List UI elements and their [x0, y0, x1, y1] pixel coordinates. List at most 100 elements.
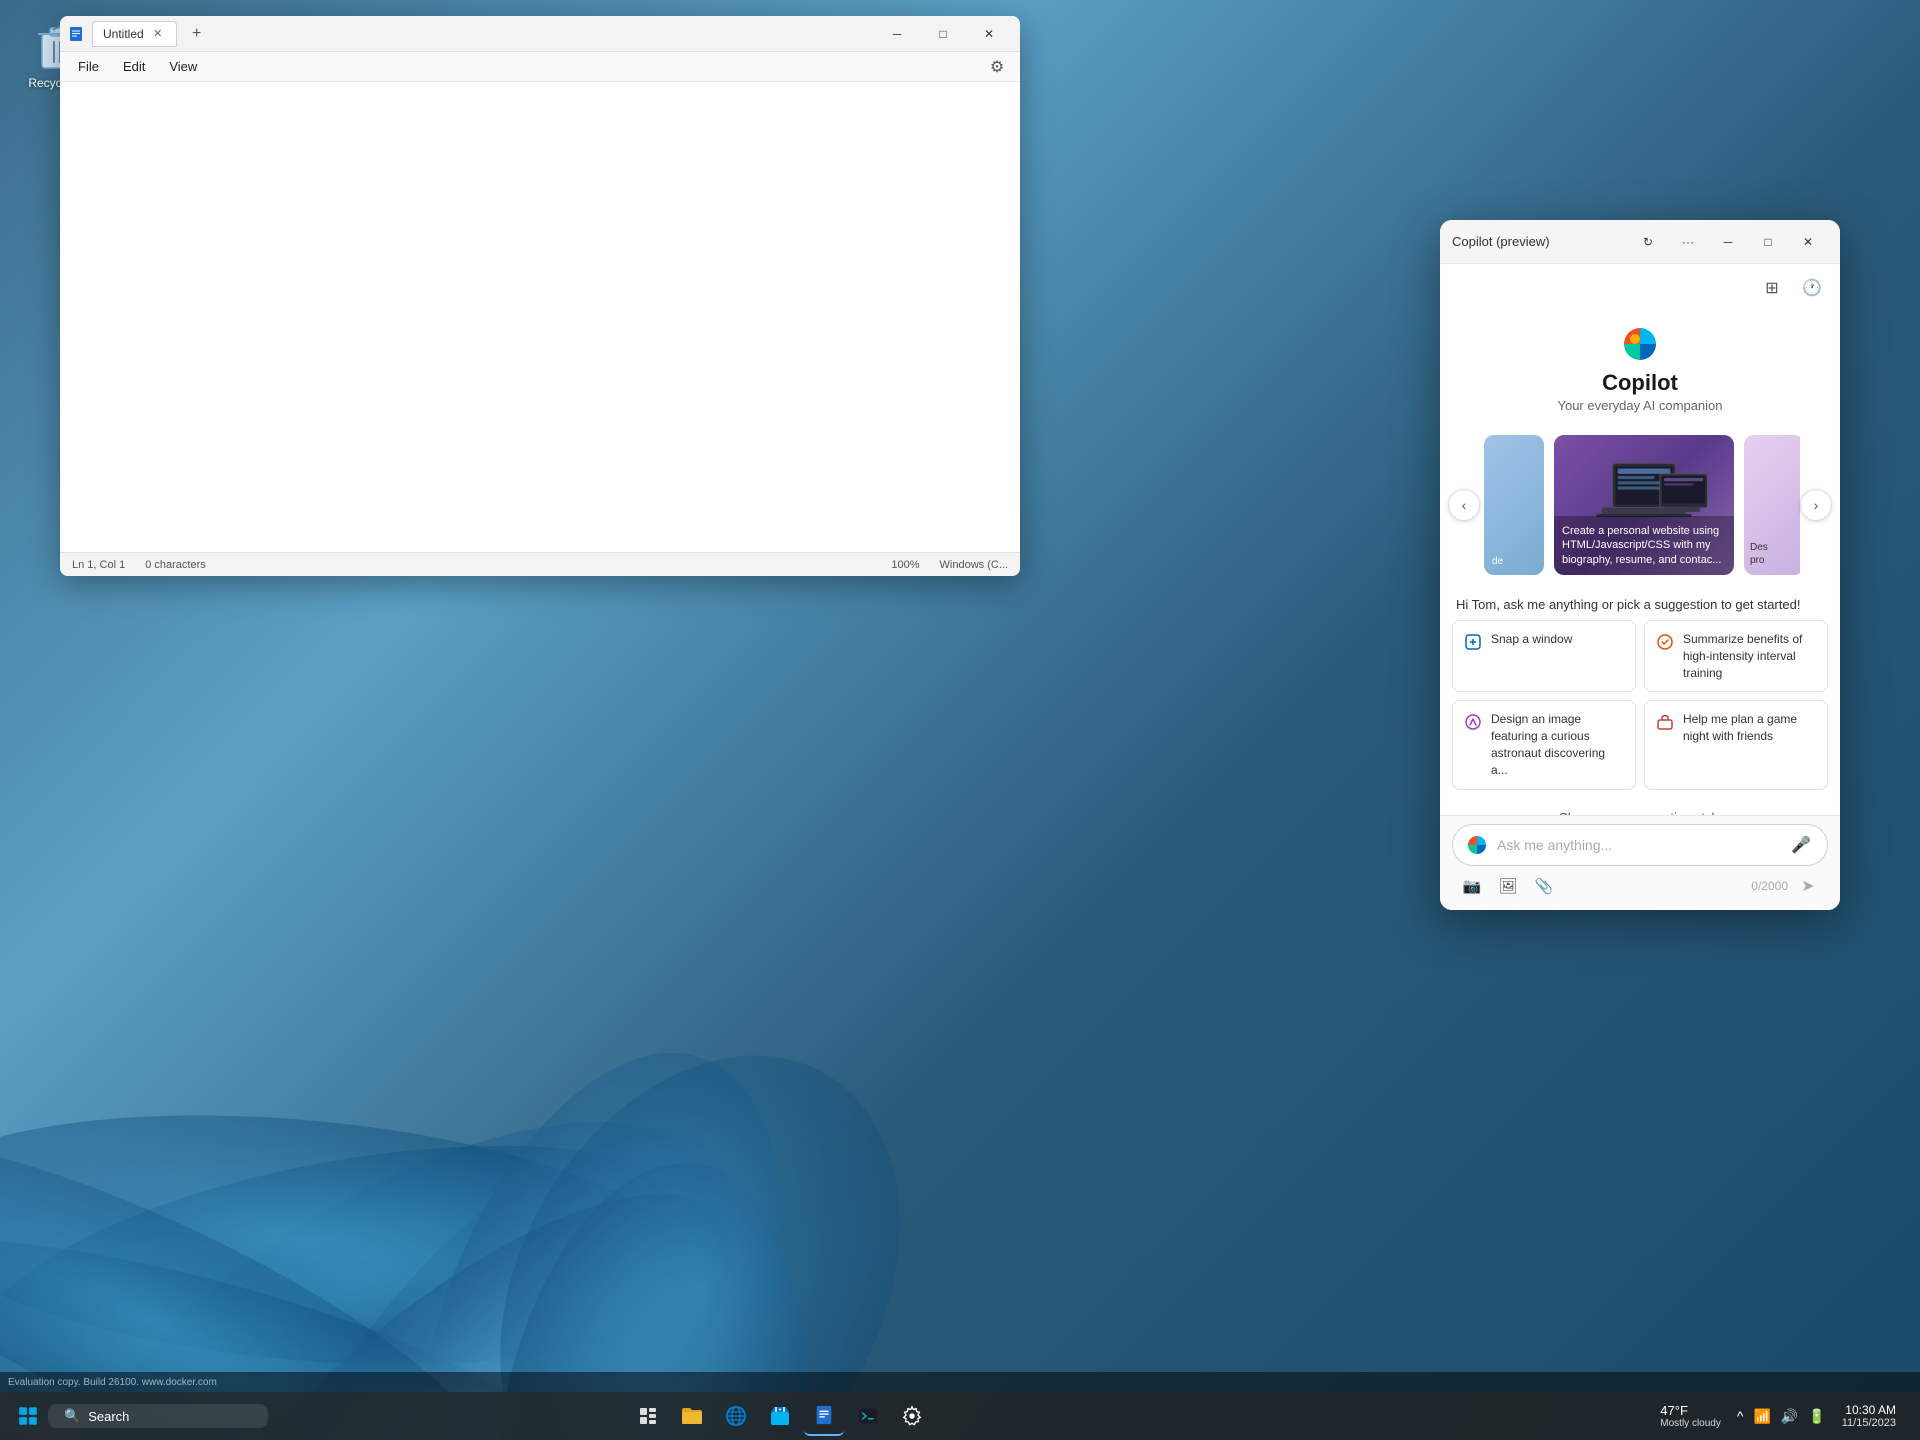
notepad-tab-title: Untitled: [103, 27, 144, 41]
carousel-prev-button[interactable]: ‹: [1448, 489, 1480, 521]
taskbar-volume-icon[interactable]: 🔊: [1777, 1404, 1802, 1429]
taskbar-search-label: Search: [88, 1409, 129, 1424]
conversation-style-section: Choose a conversation style More Creativ…: [1440, 802, 1840, 815]
copilot-camera-button[interactable]: 📷: [1456, 872, 1488, 900]
notepad-add-tab-button[interactable]: +: [185, 22, 209, 46]
copilot-logo-text: Copilot: [1602, 370, 1678, 396]
taskbar-network-icon[interactable]: 📶: [1749, 1404, 1774, 1429]
notepad-settings-icon[interactable]: ⚙: [982, 54, 1012, 80]
taskbar-battery-icon[interactable]: 🔋: [1804, 1404, 1829, 1429]
notepad-view-menu[interactable]: View: [159, 56, 207, 77]
copilot-panel: Copilot (preview) ↻ ··· ─ □ ✕ ⊞ 🕐: [1440, 220, 1840, 910]
copilot-more-options-button[interactable]: ···: [1668, 226, 1708, 258]
taskbar-weather-widget[interactable]: 47°F Mostly cloudy: [1652, 1401, 1729, 1431]
taskbar-browser-icon[interactable]: [716, 1396, 756, 1436]
carousel-card-1-text: de: [1492, 556, 1503, 567]
notepad-tab[interactable]: Untitled ✕: [92, 21, 177, 47]
copilot-restore-button[interactable]: □: [1748, 226, 1788, 258]
clock-time-display: 10:30 AM: [1845, 1403, 1896, 1417]
suggestion-2-icon: [1655, 632, 1675, 652]
copilot-carousel: ‹ de: [1440, 425, 1840, 585]
copilot-minimize-button[interactable]: ─: [1708, 226, 1748, 258]
taskbar-system-tray: 47°F Mostly cloudy ^ 📶 🔊 🔋 10:30 AM 11/1…: [1652, 1396, 1912, 1436]
clock-date-display: 11/15/2023: [1842, 1417, 1896, 1429]
notepad-char-count: 0 characters: [145, 559, 206, 571]
copilot-input-icon: [1465, 833, 1489, 857]
copilot-tagline: Your everyday AI companion: [1557, 398, 1722, 413]
copilot-toolbar: ⊞ 🕐: [1440, 264, 1840, 308]
taskbar-store-icon[interactable]: [760, 1396, 800, 1436]
notepad-window: Untitled ✕ + ─ □ ✕ File Edit View ⚙ Ln: [60, 16, 1020, 576]
suggestion-1-text: Snap a window: [1491, 631, 1572, 648]
notepad-encoding: Windows (C...: [940, 559, 1008, 571]
copilot-greeting: Hi Tom, ask me anything or pick a sugges…: [1440, 585, 1840, 620]
notepad-titlebar: Untitled ✕ + ─ □ ✕: [60, 16, 1020, 52]
copilot-window-title: Copilot (preview): [1452, 234, 1628, 249]
copilot-chat-input[interactable]: [1497, 837, 1779, 853]
copilot-send-button[interactable]: ➤: [1792, 872, 1824, 900]
taskbar-pinned-apps: [628, 1396, 932, 1436]
carousel-card-3[interactable]: Despro: [1744, 435, 1800, 575]
weather-temperature: 47°F: [1660, 1403, 1688, 1418]
copilot-suggestions: Snap a window Summarize benefits of high…: [1440, 620, 1840, 802]
taskbar-search-bar[interactable]: 🔍 Search: [48, 1404, 268, 1428]
taskbar-terminal-icon[interactable]: [848, 1396, 888, 1436]
copilot-body: Copilot Your everyday AI companion ‹ de: [1440, 308, 1840, 815]
evaluation-bar: Evaluation copy. Build 26100. www.docker…: [0, 1372, 1920, 1392]
copilot-refresh-button[interactable]: ↻: [1628, 226, 1668, 258]
taskbar-settings-icon[interactable]: [892, 1396, 932, 1436]
copilot-close-button[interactable]: ✕: [1788, 226, 1828, 258]
copilot-mic-button[interactable]: 🎤: [1787, 831, 1815, 859]
carousel-track: de: [1480, 435, 1800, 575]
notepad-close-tab-button[interactable]: ✕: [150, 26, 166, 42]
suggestion-4-text: Help me plan a game night with friends: [1683, 711, 1817, 745]
notepad-edit-menu[interactable]: Edit: [113, 56, 155, 77]
notepad-text-area[interactable]: [60, 82, 1020, 552]
carousel-next-button[interactable]: ›: [1800, 489, 1832, 521]
copilot-grid-icon[interactable]: ⊞: [1756, 272, 1788, 304]
notepad-cursor-position: Ln 1, Col 1: [72, 559, 125, 571]
suggestion-3-text: Design an image featuring a curious astr…: [1491, 711, 1625, 778]
suggestion-2-text: Summarize benefits of high-intensity int…: [1683, 631, 1817, 681]
notepad-window-controls: ─ □ ✕: [874, 18, 1012, 50]
taskbar-task-view-button[interactable]: [628, 1396, 668, 1436]
bloom-decoration: [0, 440, 1100, 1440]
copilot-titlebar: Copilot (preview) ↻ ··· ─ □ ✕: [1440, 220, 1840, 264]
suggestion-card-4[interactable]: Help me plan a game night with friends: [1644, 700, 1828, 789]
taskbar-notepad-icon[interactable]: [804, 1396, 844, 1436]
carousel-card-2[interactable]: Create a personal website using HTML/Jav…: [1554, 435, 1734, 575]
suggestion-card-3[interactable]: Design an image featuring a curious astr…: [1452, 700, 1636, 789]
notepad-minimize-button[interactable]: ─: [874, 18, 920, 50]
suggestion-card-1[interactable]: Snap a window: [1452, 620, 1636, 692]
suggestion-4-icon: [1655, 712, 1675, 732]
taskbar-file-explorer-icon[interactable]: [672, 1396, 712, 1436]
taskbar-show-desktop-button[interactable]: ^: [1733, 1404, 1748, 1428]
notepad-maximize-button[interactable]: □: [920, 18, 966, 50]
taskbar-search-icon: 🔍: [64, 1408, 80, 1424]
notepad-app-icon: [68, 26, 84, 42]
notepad-title-section: Untitled ✕ +: [68, 21, 874, 47]
copilot-logo-area: Copilot Your everyday AI companion: [1440, 308, 1840, 425]
notepad-close-button[interactable]: ✕: [966, 18, 1012, 50]
taskbar-show-desktop-strip[interactable]: [1908, 1396, 1912, 1436]
eval-bar-text: Evaluation copy. Build 26100. www.docker…: [8, 1377, 217, 1388]
copilot-attach-button[interactable]: 📎: [1528, 872, 1560, 900]
notepad-zoom-level: 100%: [891, 559, 919, 571]
carousel-card-2-text: Create a personal website using HTML/Jav…: [1554, 516, 1734, 575]
taskbar-sys-icons: ^ 📶 🔊 🔋: [1733, 1404, 1830, 1429]
copilot-logo-icon: [1620, 324, 1660, 364]
taskbar-start-button[interactable]: [8, 1396, 48, 1436]
copilot-char-counter: 0/2000: [1751, 879, 1788, 893]
carousel-card-3-text: Despro: [1750, 541, 1800, 567]
copilot-history-icon[interactable]: 🕐: [1796, 272, 1828, 304]
notepad-menubar: File Edit View ⚙: [60, 52, 1020, 82]
notepad-file-menu[interactable]: File: [68, 56, 109, 77]
desktop: Recycle Bin Untitled ✕: [0, 0, 1920, 1440]
suggestion-card-2[interactable]: Summarize benefits of high-intensity int…: [1644, 620, 1828, 692]
copilot-input-area: 🎤 📷 🖼 📎 0/2000 ➤: [1440, 815, 1840, 910]
taskbar-clock[interactable]: 10:30 AM 11/15/2023: [1834, 1401, 1904, 1431]
weather-condition: Mostly cloudy: [1660, 1418, 1721, 1429]
carousel-card-1[interactable]: de: [1484, 435, 1544, 575]
copilot-image-button[interactable]: 🖼: [1492, 872, 1524, 900]
copilot-actions-row: 📷 🖼 📎 0/2000 ➤: [1452, 866, 1828, 902]
